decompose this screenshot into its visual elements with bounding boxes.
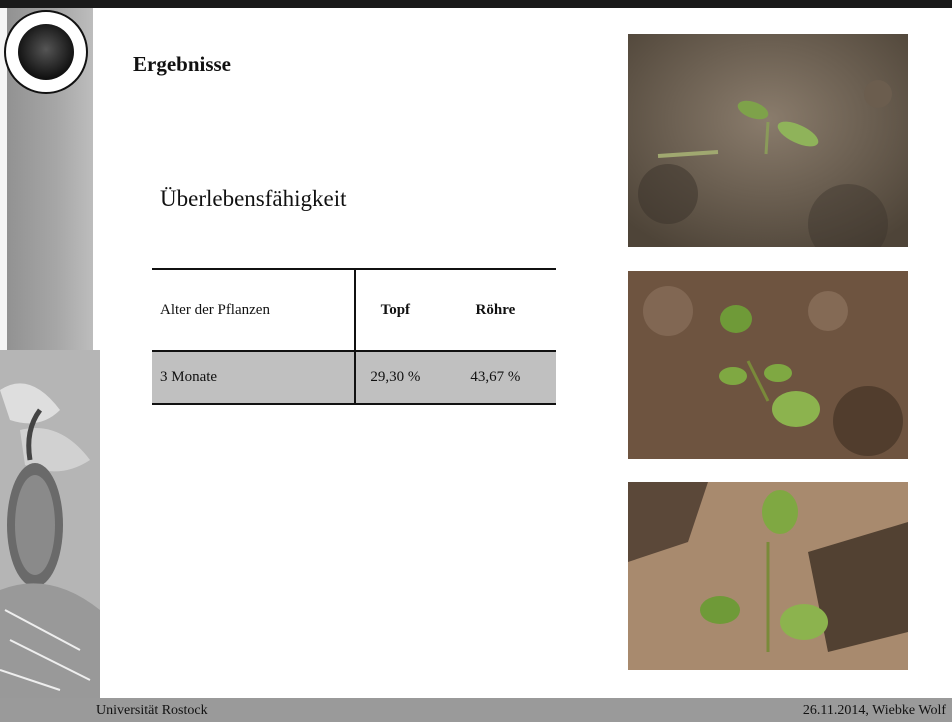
table-row: 3 Monate 29,30 % 43,67 % — [152, 351, 556, 404]
cell-rohre: 43,67 % — [470, 369, 521, 385]
slide-title: Ergebnisse — [133, 52, 232, 76]
footer-date-author: 26.11.2014, Wiebke Wolf — [802, 703, 946, 718]
header-rohre: Röhre — [475, 301, 516, 318]
seedling-photo-1 — [628, 34, 908, 247]
seal-emblem — [18, 24, 74, 80]
cell-topf: 29,30 % — [353, 351, 435, 404]
footer-bar: Universität Rostock 26.11.2014, Wiebke W… — [0, 698, 952, 722]
seedling-photo-2 — [628, 271, 908, 459]
table-header-row: Alter der Pflanzen Topf Röhre — [152, 269, 556, 351]
header-age: Alter der Pflanzen — [160, 301, 270, 318]
top-rule — [0, 0, 952, 8]
header-topf: Topf — [353, 269, 435, 351]
slide-subtitle: Überlebensfähigkeit — [160, 186, 347, 211]
cell-age: 3 Monate — [160, 369, 218, 385]
pasque-flower-illustration — [0, 350, 100, 698]
survival-table: Alter der Pflanzen Topf Röhre 3 Monate 2… — [152, 268, 556, 405]
seedling-photo-3 — [628, 482, 908, 670]
university-seal-logo — [4, 10, 88, 94]
footer-institution: Universität Rostock — [96, 703, 208, 718]
